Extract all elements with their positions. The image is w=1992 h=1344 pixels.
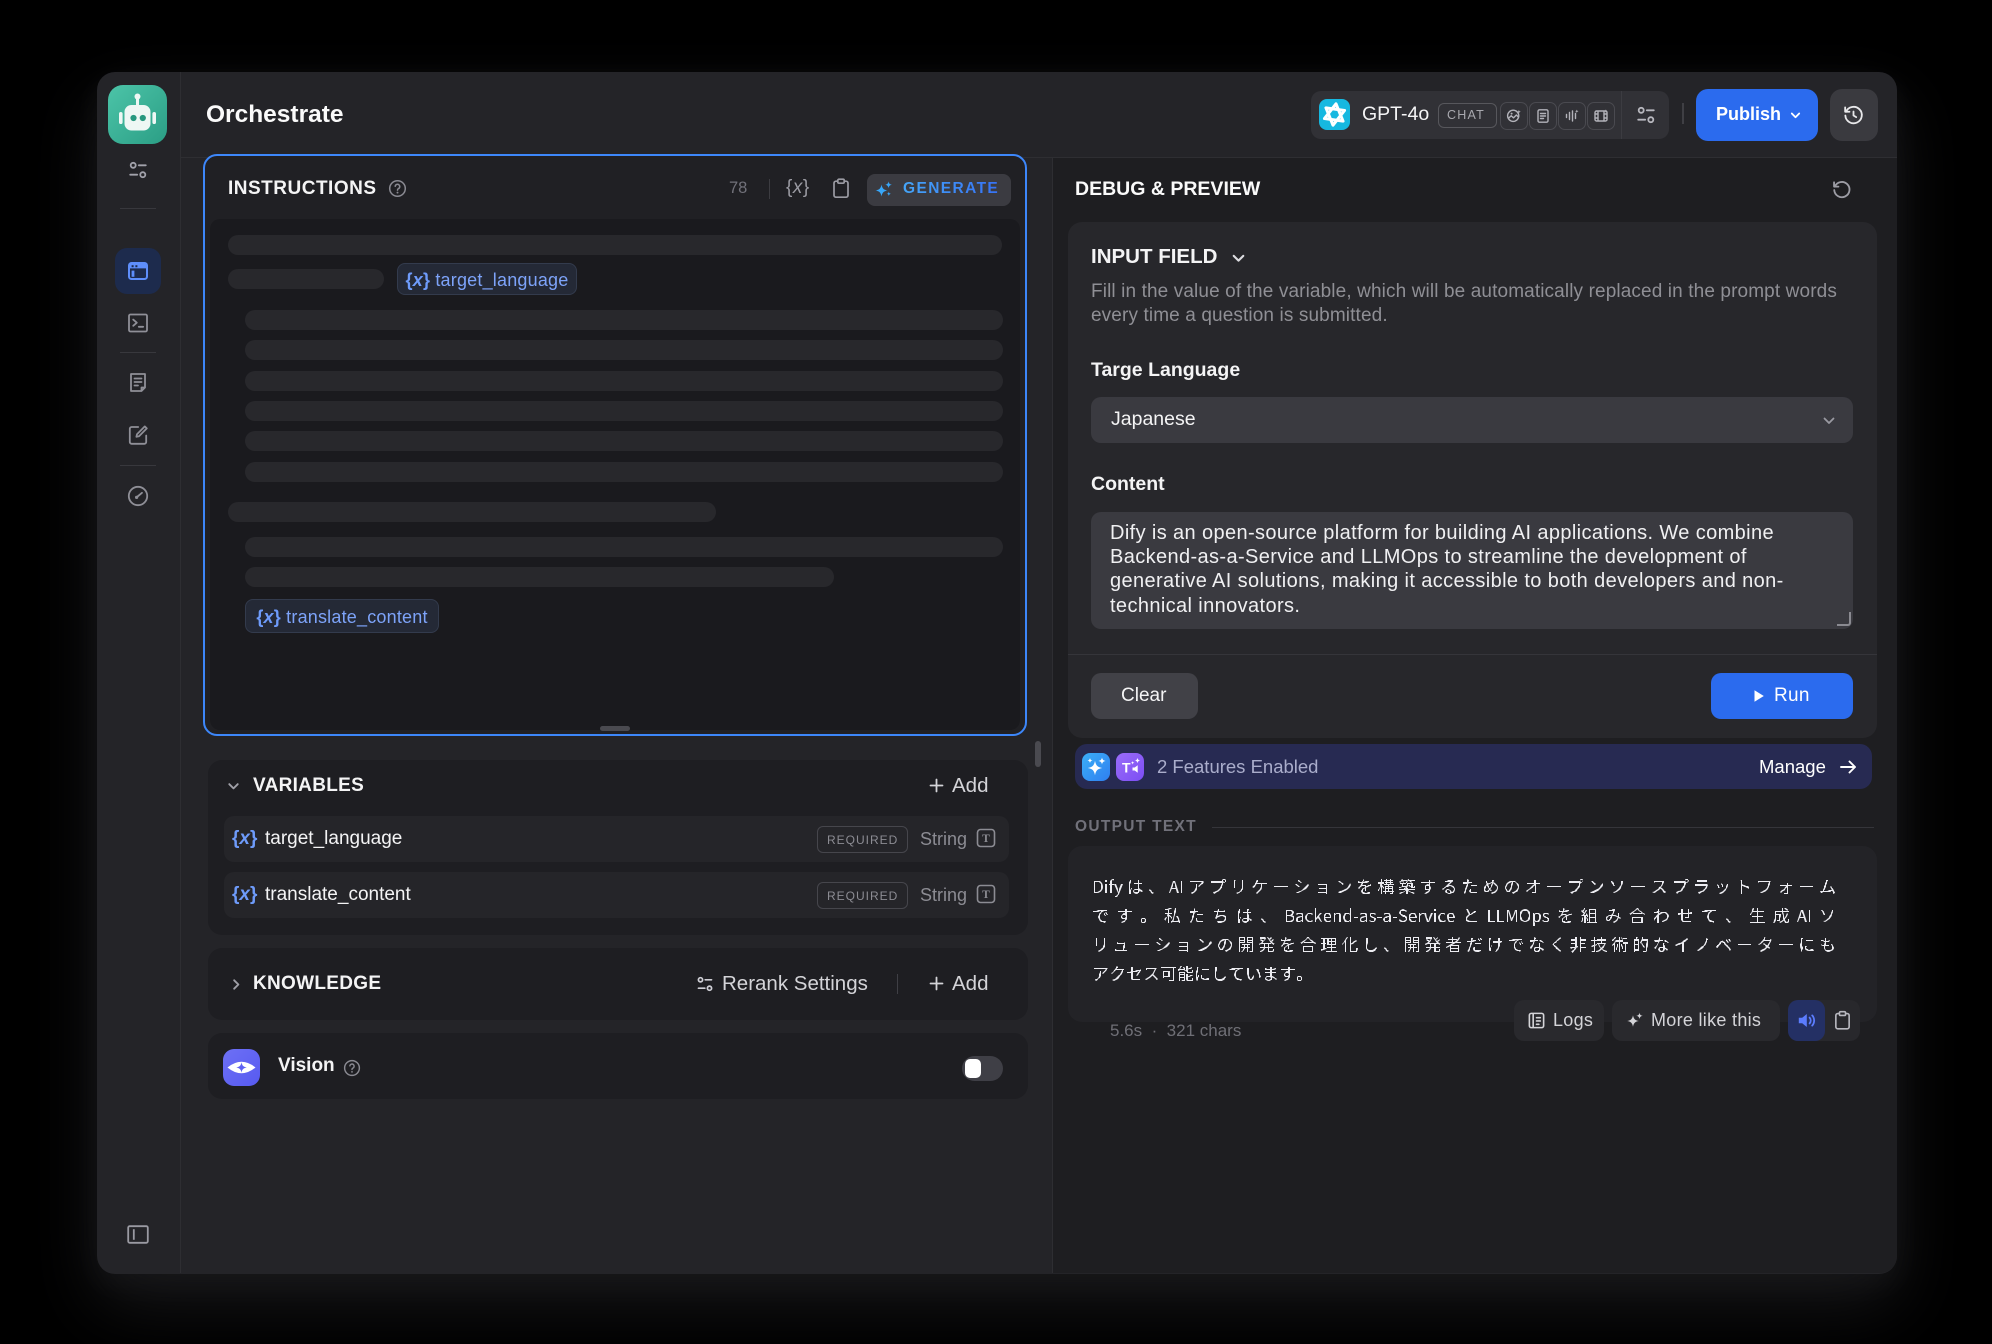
svg-text:T: T: [982, 833, 990, 845]
svg-text:T: T: [982, 889, 990, 901]
svg-text:T: T: [1122, 760, 1131, 776]
